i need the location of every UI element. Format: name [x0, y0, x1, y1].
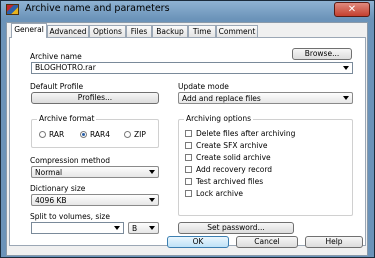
- radio-zip[interactable]: [124, 131, 131, 138]
- chevron-down-icon[interactable]: [343, 66, 349, 70]
- compression-method-select[interactable]: Normal: [31, 166, 159, 178]
- option-lock-archive-label: Lock archive: [196, 189, 244, 198]
- dialog-window: Archive name and parameters ✕ General Ad…: [0, 0, 375, 258]
- profiles-button[interactable]: Profiles...: [31, 92, 159, 104]
- archive-format-group: Archive format RAR RAR4 ZIP: [31, 114, 159, 148]
- checkbox-recovery-record[interactable]: [185, 166, 192, 173]
- split-unit-value: B: [132, 224, 138, 233]
- close-button[interactable]: ✕: [334, 2, 370, 17]
- update-mode-value: Add and replace files: [182, 94, 261, 103]
- chevron-down-icon: [149, 170, 155, 174]
- window-title: Archive name and parameters: [25, 3, 170, 14]
- tab-time[interactable]: Time: [188, 25, 216, 37]
- split-volumes-input[interactable]: [31, 222, 124, 234]
- archive-name-label: Archive name: [30, 52, 82, 61]
- tab-comment[interactable]: Comment: [216, 25, 258, 37]
- set-password-button[interactable]: Set password...: [178, 222, 294, 234]
- archive-format-label: Archive format: [37, 114, 97, 123]
- general-panel: Archive name Browse... BLOGHOTRO.rar Def…: [9, 37, 366, 246]
- checkbox-create-sfx[interactable]: [185, 142, 192, 149]
- checkbox-test-files[interactable]: [185, 178, 192, 185]
- option-create-sfx-label: Create SFX archive: [196, 141, 268, 150]
- archiving-options-label: Archiving options: [184, 114, 254, 123]
- tab-backup[interactable]: Backup: [152, 25, 188, 37]
- ok-button[interactable]: OK: [167, 236, 229, 248]
- radio-rar4-label: RAR4: [90, 130, 111, 139]
- radio-rar[interactable]: [39, 131, 46, 138]
- radio-zip-label: ZIP: [134, 130, 146, 139]
- checkbox-lock-archive[interactable]: [185, 190, 192, 197]
- default-profile-label: Default Profile: [30, 82, 84, 91]
- checkbox-solid-archive[interactable]: [185, 154, 192, 161]
- radio-rar4[interactable]: [80, 131, 87, 138]
- split-unit-select[interactable]: B: [128, 222, 159, 234]
- radio-rar-label: RAR: [49, 130, 65, 139]
- archive-name-value: BLOGHOTRO.rar: [35, 63, 96, 72]
- archiving-options-group: Archiving options Delete files after arc…: [178, 114, 353, 216]
- dictionary-size-value: 4096 KB: [35, 196, 67, 205]
- winrar-books-icon: [6, 4, 19, 15]
- update-mode-label: Update mode: [178, 82, 229, 91]
- tab-files[interactable]: Files: [126, 25, 152, 37]
- dialog-body: General Advanced Options Files Backup Ti…: [6, 22, 368, 256]
- compression-method-label: Compression method: [30, 156, 111, 165]
- option-solid-archive-label: Create solid archive: [196, 153, 271, 162]
- cancel-button[interactable]: Cancel: [236, 236, 298, 248]
- option-recovery-record-label: Add recovery record: [196, 165, 273, 174]
- dictionary-size-label: Dictionary size: [30, 184, 86, 193]
- chevron-down-icon[interactable]: [114, 226, 120, 230]
- tab-general[interactable]: General: [11, 23, 47, 38]
- split-volumes-label: Split to volumes, size: [30, 212, 110, 221]
- help-button[interactable]: Help: [305, 236, 363, 248]
- update-mode-select[interactable]: Add and replace files: [178, 92, 353, 104]
- chevron-down-icon: [343, 96, 349, 100]
- checkbox-delete-files[interactable]: [185, 130, 192, 137]
- option-delete-files-label: Delete files after archiving: [196, 129, 296, 138]
- chevron-down-icon: [149, 198, 155, 202]
- archive-name-input[interactable]: BLOGHOTRO.rar: [31, 62, 353, 74]
- option-test-files-label: Test archived files: [196, 177, 264, 186]
- tab-options[interactable]: Options: [89, 25, 126, 37]
- dictionary-size-select[interactable]: 4096 KB: [31, 194, 159, 206]
- tab-advanced[interactable]: Advanced: [47, 25, 89, 37]
- title-bar[interactable]: Archive name and parameters ✕: [1, 1, 374, 19]
- compression-method-value: Normal: [35, 168, 63, 177]
- browse-button[interactable]: Browse...: [292, 48, 352, 60]
- chevron-down-icon: [149, 226, 155, 230]
